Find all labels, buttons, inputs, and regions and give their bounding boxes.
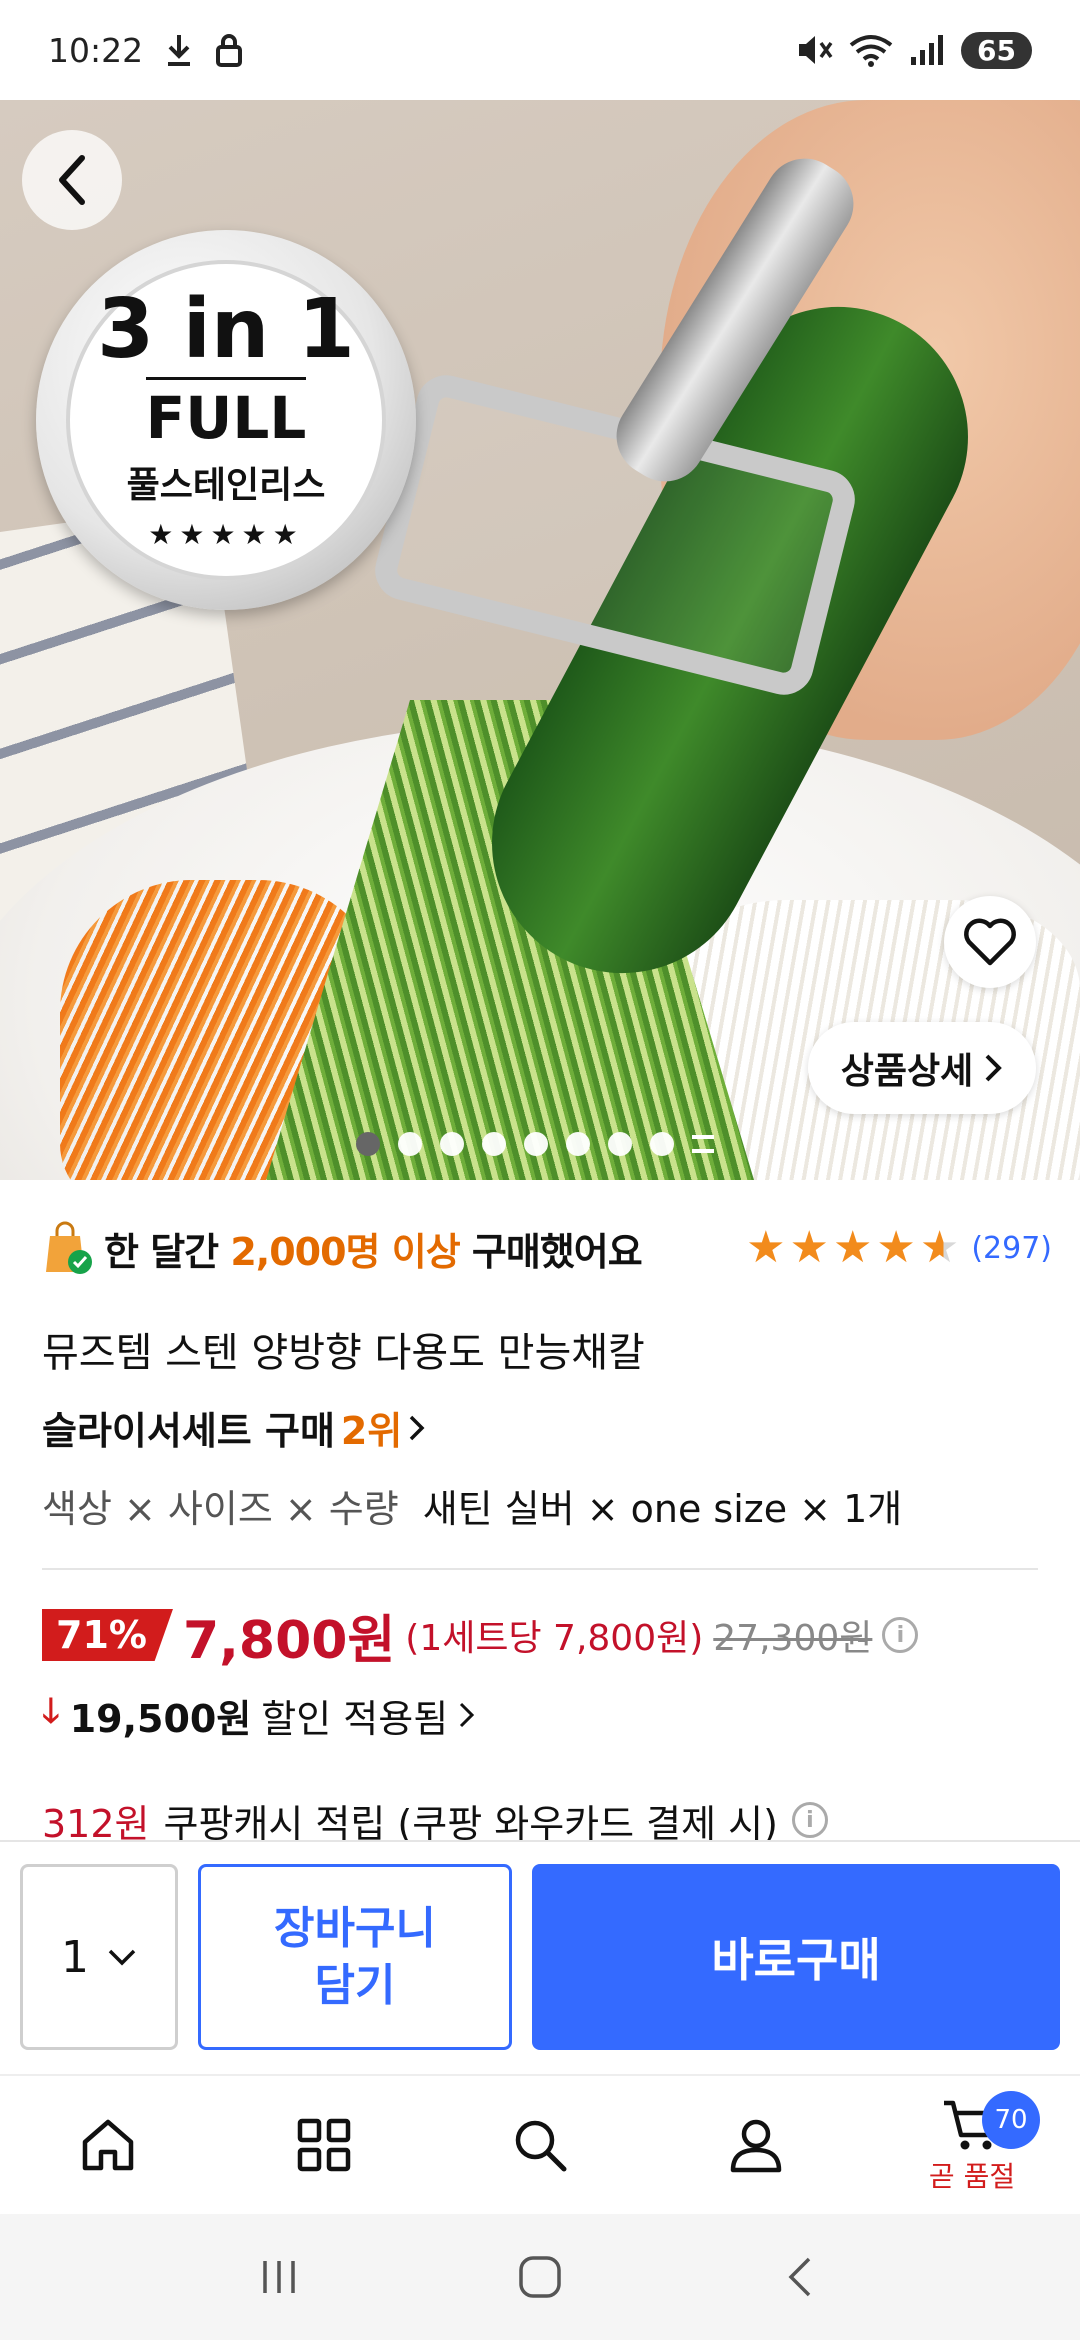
bottom-navigation: 70 곧 품절 xyxy=(0,2074,1080,2214)
quantity-value: 1 xyxy=(61,1931,89,1983)
info-icon[interactable]: i xyxy=(882,1617,919,1653)
half-star-icon: ★ xyxy=(919,1222,960,1273)
cart-count-badge: 70 xyxy=(982,2091,1040,2149)
recent-apps-icon[interactable] xyxy=(257,2255,301,2299)
add-to-cart-button[interactable]: 장바구니 담기 xyxy=(198,1864,512,2050)
chevron-down-icon xyxy=(108,1949,136,1966)
carousel-dot[interactable] xyxy=(398,1132,422,1156)
original-price: 27,300원 xyxy=(713,1618,873,1659)
signal-icon xyxy=(911,35,944,65)
product-title: 뮤즈템 스텐 양방향 다용도 만능채칼 xyxy=(42,1330,645,1376)
carousel-dot[interactable] xyxy=(566,1132,590,1156)
mute-icon xyxy=(799,36,833,64)
nav-search[interactable] xyxy=(432,2075,648,2215)
chevron-right-icon xyxy=(460,1702,475,1728)
chevron-right-icon xyxy=(985,1054,1003,1082)
system-navigation xyxy=(0,2214,1080,2340)
carousel-dot[interactable] xyxy=(650,1132,674,1156)
back-button[interactable] xyxy=(22,130,122,230)
sale-price: 7,800원 xyxy=(182,1610,396,1671)
purchase-bar: 1 장바구니 담기 바로구매 xyxy=(0,1840,1080,2074)
carousel-indicator xyxy=(356,1132,714,1156)
category-rank[interactable]: 슬라이서세트 구매 2위 xyxy=(42,1400,426,1455)
sold-prefix: 한 달간 xyxy=(104,1229,219,1274)
divider xyxy=(42,1568,1038,1570)
sold-count-row: 한 달간 2,000명 이상 구매했어요 ★ ★ ★ ★ ★ (297) xyxy=(42,1208,1052,1288)
chevron-right-icon xyxy=(410,1415,425,1440)
rank-category: 슬라이서세트 구매 xyxy=(42,1409,335,1453)
status-bar: 10:22 65 xyxy=(0,0,1080,100)
back-nav-icon[interactable] xyxy=(779,2253,823,2301)
badge-line3: 풀스테인리스 xyxy=(126,465,326,506)
star-icon: ★ xyxy=(832,1222,873,1273)
lock-icon xyxy=(216,34,243,67)
sold-suffix: 구매했어요 xyxy=(471,1229,643,1274)
carousel-dot[interactable] xyxy=(482,1132,506,1156)
home-icon xyxy=(82,2119,134,2171)
product-badge: 3 in 1 FULL 풀스테인리스 ★★★★★ xyxy=(36,230,416,610)
carousel-dot[interactable] xyxy=(524,1132,548,1156)
sold-count: 2,000명 이상 xyxy=(230,1229,460,1274)
selected-options[interactable]: 색상 × 사이즈 × 수량 새틴 실버 × one size × 1개 xyxy=(42,1478,902,1533)
info-icon[interactable]: i xyxy=(791,1802,828,1838)
user-icon xyxy=(730,2119,782,2173)
status-time: 10:22 xyxy=(48,30,144,70)
price-row: 71% 7,800원 (1세트당 7,800원) 27,300원 i xyxy=(42,1600,919,1671)
option-labels: 색상 × 사이즈 × 수량 xyxy=(42,1487,399,1531)
cart-caption: 곧 품절 xyxy=(928,2160,1016,2193)
discount-text: 할인 적용됨 xyxy=(261,1696,449,1741)
download-icon xyxy=(168,35,191,66)
discount-percent: 71% xyxy=(42,1609,173,1661)
nav-cart[interactable]: 70 곧 품절 xyxy=(864,2075,1080,2215)
quantity-select[interactable]: 1 xyxy=(20,1864,178,2050)
battery-indicator: 65 xyxy=(961,31,1032,69)
badge-line2: FULL xyxy=(145,377,307,452)
product-detail-label: 상품상세 xyxy=(840,1051,974,1092)
chevron-left-icon xyxy=(59,155,85,205)
badge-line1: 3 in 1 xyxy=(97,282,355,377)
wifi-icon xyxy=(849,35,893,67)
search-icon xyxy=(515,2120,567,2172)
star-icon: ★ xyxy=(789,1222,829,1273)
heart-icon xyxy=(964,918,1016,966)
carousel-dot[interactable] xyxy=(440,1132,464,1156)
review-count[interactable]: (297) xyxy=(971,1231,1052,1266)
rating[interactable]: ★ ★ ★ ★ ★ (297) xyxy=(746,1226,1052,1270)
product-image-carousel[interactable]: 3 in 1 FULL 풀스테인리스 ★★★★★ xyxy=(0,100,1080,1180)
badge-stars: ★★★★★ xyxy=(148,518,304,551)
rank-number: 2위 xyxy=(340,1409,403,1453)
grid-icon xyxy=(297,2118,351,2172)
carousel-dot[interactable] xyxy=(608,1132,632,1156)
home-button-icon[interactable] xyxy=(516,2253,564,2301)
product-page: 10:22 65 3 in 1 FULL 풀스테인리스 ★★★★★ 상품상세 한… xyxy=(0,0,1080,2340)
product-detail-button[interactable]: 상품상세 xyxy=(808,1022,1036,1114)
carousel-more-icon xyxy=(692,1135,714,1153)
discount-amount: 19,500원 xyxy=(69,1696,252,1741)
nav-categories[interactable] xyxy=(216,2075,432,2215)
unit-price: (1세트당 7,800원) xyxy=(405,1618,704,1659)
option-values: 새틴 실버 × one size × 1개 xyxy=(422,1487,903,1531)
shopping-bag-icon xyxy=(46,1221,92,1274)
wishlist-button[interactable] xyxy=(944,896,1036,988)
buy-now-button[interactable]: 바로구매 xyxy=(532,1864,1060,2050)
star-icon: ★ xyxy=(746,1222,786,1273)
star-icon: ★ xyxy=(876,1222,916,1273)
carousel-dot[interactable] xyxy=(356,1132,380,1156)
discount-row[interactable]: 🡓 19,500원 할인 적용됨 xyxy=(42,1685,476,1745)
nav-my-account[interactable] xyxy=(648,2075,864,2215)
arrow-down-icon: 🡓 xyxy=(42,1690,60,1731)
nav-home[interactable] xyxy=(0,2075,216,2215)
